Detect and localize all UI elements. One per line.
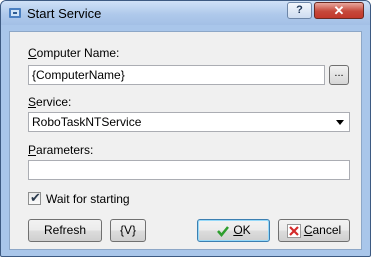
- title-bar[interactable]: Start Service ? ✕: [1, 1, 370, 25]
- ok-button[interactable]: OK: [197, 219, 270, 242]
- checkmark-icon: ✔: [30, 190, 41, 205]
- window-title: Start Service: [27, 6, 102, 21]
- checkmark-icon: [216, 224, 230, 238]
- wait-for-starting-checkbox[interactable]: ✔: [28, 190, 41, 205]
- browse-computer-button[interactable]: ...: [329, 65, 349, 85]
- computer-name-input[interactable]: {ComputerName}: [28, 65, 325, 85]
- parameters-label: Parameters:: [28, 143, 94, 157]
- refresh-button[interactable]: Refresh: [28, 219, 102, 242]
- close-icon: ✕: [333, 3, 345, 18]
- computer-name-label: Computer Name:: [28, 46, 120, 60]
- wait-for-starting-label[interactable]: Wait for starting: [46, 192, 130, 206]
- start-service-dialog: Start Service ? ✕ Computer Name: {Comput…: [0, 0, 371, 257]
- parameters-input[interactable]: [28, 160, 350, 180]
- cross-icon: [286, 223, 301, 238]
- service-value: RoboTaskNTService: [32, 115, 142, 129]
- app-icon: [8, 6, 22, 20]
- dialog-body: Computer Name: {ComputerName} ... Servic…: [9, 31, 362, 250]
- help-button[interactable]: ?: [287, 2, 312, 19]
- service-select[interactable]: RoboTaskNTService: [28, 112, 350, 132]
- cancel-button[interactable]: Cancel: [278, 219, 350, 242]
- variables-button[interactable]: {V}: [110, 219, 146, 242]
- service-label: Service:: [28, 95, 72, 109]
- close-button[interactable]: ✕: [314, 2, 364, 19]
- chevron-down-icon[interactable]: [336, 120, 344, 125]
